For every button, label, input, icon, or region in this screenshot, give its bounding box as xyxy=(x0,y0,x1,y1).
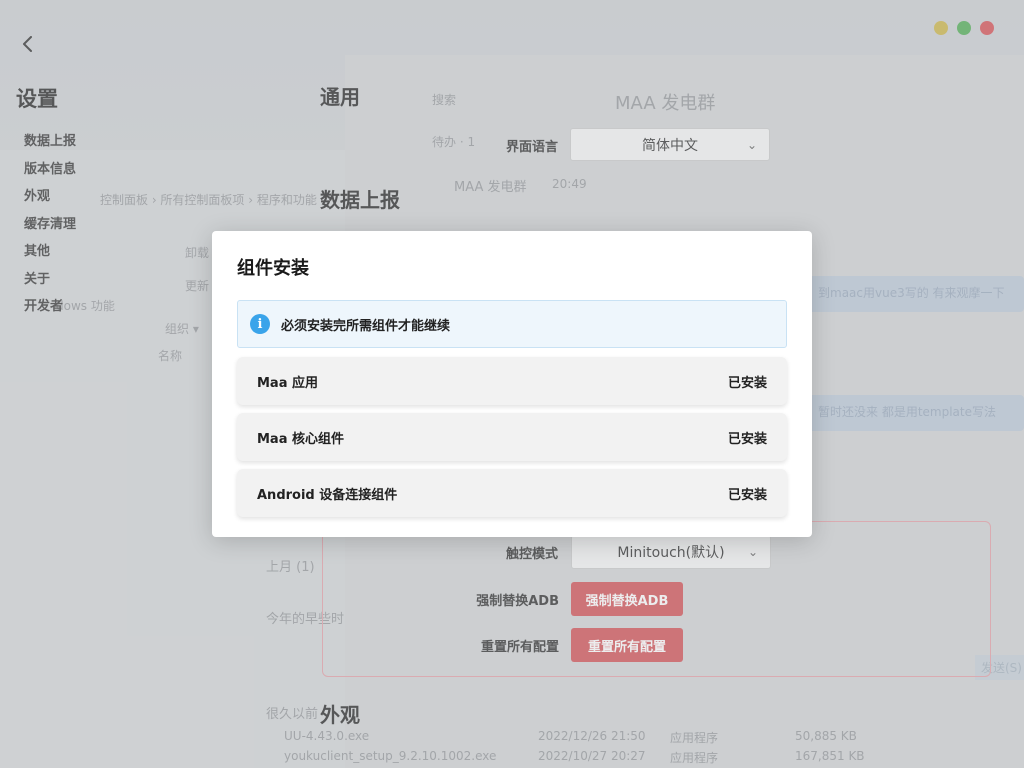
component-name: Maa 核心组件 xyxy=(257,431,345,447)
component-status: 已安装 xyxy=(727,431,767,447)
info-icon: i xyxy=(250,314,270,334)
info-banner-text: 必须安装完所需组件才能继续 xyxy=(281,318,451,334)
component-row: Maa 核心组件 已安装 xyxy=(237,413,787,461)
component-install-dialog: 组件安装 i 必须安装完所需组件才能继续 Maa 应用 已安装 Maa 核心组件… xyxy=(212,231,812,537)
component-status: 已安装 xyxy=(727,375,767,391)
component-row: Maa 应用 已安装 xyxy=(237,357,787,405)
component-status: 已安装 xyxy=(727,487,767,503)
component-name: Android 设备连接组件 xyxy=(257,487,398,503)
component-name: Maa 应用 xyxy=(257,375,319,391)
component-row: Android 设备连接组件 已安装 xyxy=(237,469,787,517)
info-banner: i 必须安装完所需组件才能继续 xyxy=(237,300,787,348)
dialog-title: 组件安装 xyxy=(237,258,309,279)
